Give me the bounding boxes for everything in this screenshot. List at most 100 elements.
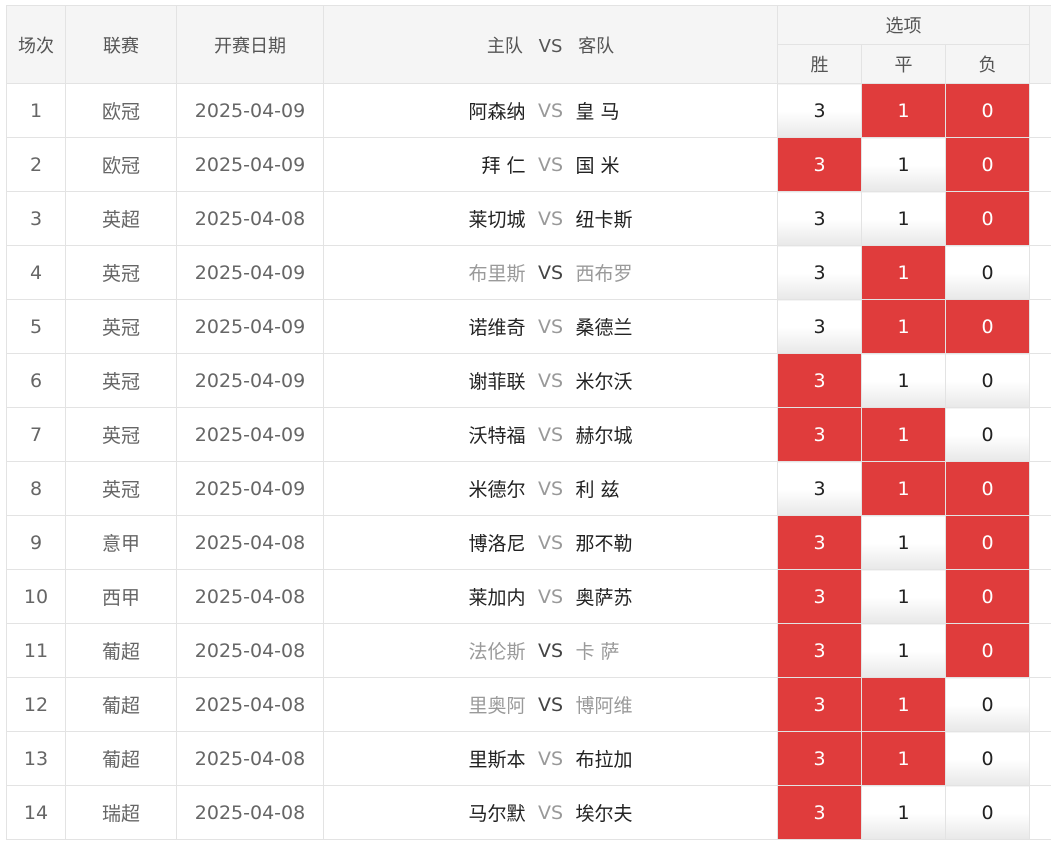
row-end-cell xyxy=(1029,677,1051,732)
option-lose-button[interactable]: 0 xyxy=(944,191,1031,246)
row-end-cell xyxy=(1029,623,1051,678)
option-lose-button[interactable]: 0 xyxy=(944,569,1031,624)
row-match: 布里斯 VS 西布罗 xyxy=(323,245,778,300)
table-row: 1 欧冠 2025-04-09 阿森纳 VS 皇 马310 xyxy=(6,83,1051,138)
vs-label: VS xyxy=(537,261,564,284)
table-header: 场次 联赛 开赛日期 主队 VS 客队 选项 胜 平 负 xyxy=(6,5,1051,84)
option-lose-button[interactable]: 0 xyxy=(944,83,1031,138)
match-teams: 里奥阿 VS 博阿维 xyxy=(325,679,777,731)
row-match: 诺维奇 VS 桑德兰 xyxy=(323,299,778,354)
match-teams: 阿森纳 VS 皇 马 xyxy=(325,85,777,137)
option-lose-button[interactable]: 0 xyxy=(944,353,1031,408)
option-draw-button[interactable]: 1 xyxy=(861,461,946,516)
row-index: 3 xyxy=(6,191,66,246)
option-lose-button[interactable]: 0 xyxy=(944,677,1031,732)
match-teams: 米德尔 VS 利 兹 xyxy=(325,463,777,515)
row-date: 2025-04-08 xyxy=(176,731,324,786)
row-date: 2025-04-09 xyxy=(176,245,324,300)
row-index: 9 xyxy=(6,515,66,570)
option-win-button[interactable]: 3 xyxy=(777,299,862,354)
option-draw-button[interactable]: 1 xyxy=(861,245,946,300)
table-row: 9 意甲 2025-04-08 博洛尼 VS 那不勒 3 1 0 xyxy=(6,515,1051,570)
option-win-button[interactable]: 3 xyxy=(777,677,862,732)
table-row: 13 葡超 2025-04-08 里斯本 VS 布拉加 3 1 0 xyxy=(6,731,1051,786)
option-lose-button[interactable]: 0 xyxy=(944,299,1031,354)
match-selection-table: 场次 联赛 开赛日期 主队 VS 客队 选项 胜 平 负 1 欧冠 2025-04-… xyxy=(6,5,1051,840)
header-league: 联赛 xyxy=(65,5,177,84)
row-league: 英冠 xyxy=(65,353,177,408)
vs-label: VS xyxy=(537,207,564,230)
option-win-button[interactable]: 3 xyxy=(777,353,862,408)
option-draw-button[interactable]: 1 xyxy=(861,407,946,462)
option-draw-button[interactable]: 1 xyxy=(861,191,946,246)
option-lose-button[interactable]: 0 xyxy=(944,515,1031,570)
header-match: 主队 VS 客队 xyxy=(323,5,778,84)
home-team: 布里斯 xyxy=(468,263,526,285)
option-draw-button[interactable]: 1 xyxy=(861,137,946,192)
row-end-cell xyxy=(1029,515,1051,570)
away-team: 卡 萨 xyxy=(575,641,620,663)
row-match: 米德尔 VS 利 兹 xyxy=(323,461,778,516)
option-lose-button[interactable]: 0 xyxy=(944,623,1031,678)
row-match: 莱切城 VS 纽卡斯 xyxy=(323,191,778,246)
row-league: 英冠 xyxy=(65,245,177,300)
away-team: 桑德兰 xyxy=(575,317,633,339)
row-index: 10 xyxy=(6,569,66,624)
option-draw-button[interactable]: 1 xyxy=(861,353,946,408)
option-lose-button[interactable]: 0 xyxy=(944,137,1031,192)
option-win-button[interactable]: 3 xyxy=(777,137,862,192)
option-draw-button[interactable]: 1 xyxy=(861,515,946,570)
home-team: 博洛尼 xyxy=(468,533,526,555)
option-lose-button[interactable]: 0 xyxy=(944,245,1031,300)
row-end-cell xyxy=(1029,299,1051,354)
row-league: 西甲 xyxy=(65,569,177,624)
option-lose-button[interactable]: 0 xyxy=(944,785,1031,840)
row-index: 8 xyxy=(6,461,66,516)
away-team: 国 米 xyxy=(575,155,620,177)
vs-label: VS xyxy=(537,153,564,176)
option-win-button[interactable]: 3 xyxy=(777,731,862,786)
option-draw-button[interactable]: 1 xyxy=(861,83,946,138)
home-team: 沃特福 xyxy=(468,425,526,447)
away-team: 博阿维 xyxy=(575,695,633,717)
option-lose-button[interactable]: 0 xyxy=(944,461,1031,516)
option-win-button[interactable]: 3 xyxy=(777,83,862,138)
match-teams: 布里斯 VS 西布罗 xyxy=(325,247,777,299)
header-away: 客队 xyxy=(578,35,615,57)
table-row: 5 英冠 2025-04-09 诺维奇 VS 桑德兰 3 1 0 xyxy=(6,299,1051,354)
option-draw-button[interactable]: 1 xyxy=(861,569,946,624)
row-end-cell xyxy=(1029,731,1051,786)
row-match: 阿森纳 VS 皇 马 xyxy=(323,83,778,138)
row-index: 6 xyxy=(6,353,66,408)
away-team: 赫尔城 xyxy=(575,425,633,447)
option-lose-button[interactable]: 0 xyxy=(944,407,1031,462)
option-win-button[interactable]: 3 xyxy=(777,245,862,300)
option-win-button[interactable]: 3 xyxy=(777,461,862,516)
option-win-button[interactable]: 3 xyxy=(777,569,862,624)
row-date: 2025-04-08 xyxy=(176,515,324,570)
row-league: 欧冠 xyxy=(65,83,177,138)
row-end-cell xyxy=(1029,83,1051,138)
row-match: 博洛尼 VS 那不勒 xyxy=(323,515,778,570)
option-win-button[interactable]: 3 xyxy=(777,191,862,246)
away-team: 西布罗 xyxy=(575,263,633,285)
option-draw-button[interactable]: 1 xyxy=(861,731,946,786)
row-match: 里斯本 VS 布拉加 xyxy=(323,731,778,786)
header-options: 选项 xyxy=(776,5,1031,45)
vs-label: VS xyxy=(537,693,564,716)
match-teams: 马尔默 VS 埃尔夫 xyxy=(325,787,777,839)
option-win-button[interactable]: 3 xyxy=(777,623,862,678)
option-draw-button[interactable]: 1 xyxy=(861,299,946,354)
option-draw-button[interactable]: 1 xyxy=(861,677,946,732)
option-draw-button[interactable]: 1 xyxy=(861,623,946,678)
option-win-button[interactable]: 3 xyxy=(777,785,862,840)
option-win-button[interactable]: 3 xyxy=(777,515,862,570)
option-draw-button[interactable]: 1 xyxy=(861,785,946,840)
option-win-button[interactable]: 3 xyxy=(777,407,862,462)
row-date: 2025-04-08 xyxy=(176,191,324,246)
row-match: 沃特福 VS 赫尔城 xyxy=(323,407,778,462)
row-date: 2025-04-09 xyxy=(176,353,324,408)
option-lose-button[interactable]: 0 xyxy=(944,731,1031,786)
row-end-cell xyxy=(1029,785,1051,840)
row-date: 2025-04-08 xyxy=(176,677,324,732)
